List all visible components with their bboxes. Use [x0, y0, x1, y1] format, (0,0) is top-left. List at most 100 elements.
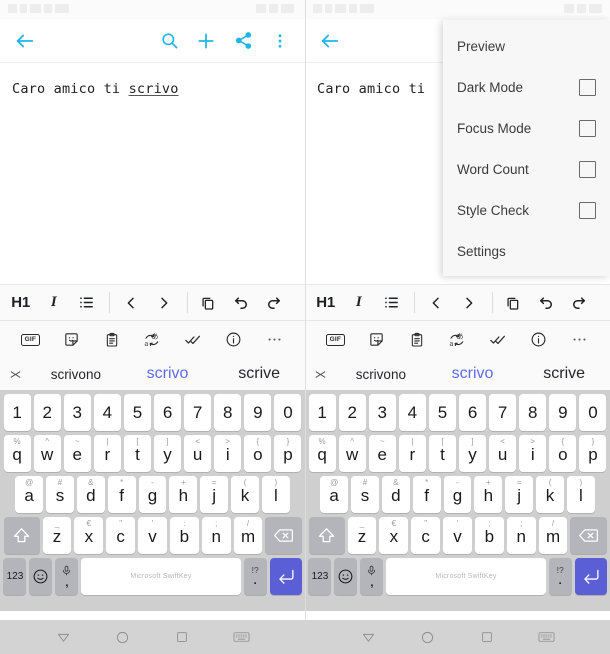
search-icon[interactable] — [156, 28, 182, 54]
menu-item-settings[interactable]: Settings — [443, 231, 610, 272]
nav-recents-icon[interactable] — [171, 626, 193, 648]
key-q[interactable]: % q — [308, 435, 336, 472]
key-w[interactable]: ^ w — [338, 435, 366, 472]
key-7[interactable]: 7 — [184, 394, 212, 431]
enter-key[interactable] — [269, 558, 302, 595]
key-x[interactable]: € x — [379, 517, 409, 554]
key-4[interactable]: 4 — [93, 394, 121, 431]
bullet-list-icon[interactable] — [75, 290, 98, 316]
key-m[interactable]: / m — [538, 517, 568, 554]
key-h[interactable]: + h — [169, 476, 198, 513]
key-3[interactable]: 3 — [63, 394, 91, 431]
key-s[interactable]: # s — [351, 476, 379, 513]
key-6[interactable]: 6 — [459, 394, 487, 431]
editor-check-icon[interactable] — [181, 328, 205, 352]
nav-home-icon[interactable] — [417, 626, 439, 648]
key-z[interactable]: _ z — [42, 517, 72, 554]
emoji-key[interactable] — [29, 558, 53, 595]
nav-recents-icon[interactable] — [476, 626, 498, 648]
key-o[interactable]: {o — [244, 435, 272, 472]
nav-back-icon[interactable] — [53, 626, 75, 648]
key-1[interactable]: 1 — [308, 394, 336, 431]
menu-item-focus-mode[interactable]: Focus Mode — [443, 108, 610, 149]
menu-item-style-check[interactable]: Style Check — [443, 190, 610, 231]
key-9[interactable]: 9 — [244, 394, 272, 431]
mic-comma-key[interactable]: , — [55, 558, 79, 595]
prediction-item-2[interactable]: scrive — [213, 365, 305, 383]
clipboard-icon[interactable] — [100, 328, 124, 352]
key-u[interactable]: < u — [184, 435, 212, 472]
key-d[interactable]: & d — [381, 476, 410, 513]
punctuation-key[interactable]: !? . — [548, 558, 572, 595]
key-u[interactable]: < u — [489, 435, 517, 472]
key-q[interactable]: % q — [3, 435, 31, 472]
prediction-item-2[interactable]: scrive — [518, 365, 610, 383]
more-icon[interactable] — [263, 328, 287, 352]
prediction-item-1[interactable]: scrivo — [427, 365, 519, 383]
back-arrow-icon[interactable] — [317, 28, 343, 54]
key-v[interactable]: ' v — [443, 517, 472, 554]
menu-item-word-count[interactable]: Word Count — [443, 149, 610, 190]
key-y[interactable]: ] y — [459, 435, 487, 472]
checkbox-focus-mode[interactable] — [579, 120, 596, 137]
key-1[interactable]: 1 — [3, 394, 31, 431]
space-key[interactable]: Microsoft SwiftKey — [386, 558, 546, 595]
key-l[interactable]: ) l — [566, 476, 595, 513]
prediction-item-1[interactable]: scrivo — [122, 365, 214, 383]
key-r[interactable]: | r — [398, 435, 426, 472]
editor-check-icon[interactable] — [486, 328, 510, 352]
info-icon[interactable] — [527, 328, 551, 352]
key-h[interactable]: + h — [474, 476, 503, 513]
key-8[interactable]: 8 — [519, 394, 547, 431]
chevron-right-icon[interactable] — [153, 290, 176, 316]
mic-comma-key[interactable]: , — [360, 558, 384, 595]
prediction-item-0[interactable]: scrivono — [335, 367, 427, 382]
document-editor-left[interactable]: Caro amico ti scrivo — [0, 63, 305, 284]
add-icon[interactable] — [193, 28, 219, 54]
key-d[interactable]: & d — [76, 476, 105, 513]
emoji-key[interactable] — [334, 558, 358, 595]
gif-icon[interactable]: GIF — [323, 328, 347, 352]
italic-button[interactable]: I — [347, 290, 370, 316]
info-icon[interactable] — [222, 328, 246, 352]
key-6[interactable]: 6 — [154, 394, 182, 431]
key-n[interactable]: ; n — [201, 517, 231, 554]
key-n[interactable]: ; n — [506, 517, 536, 554]
key-j[interactable]: = j — [200, 476, 229, 513]
bullet-list-icon[interactable] — [380, 290, 403, 316]
gif-icon[interactable]: GIF — [18, 328, 42, 352]
key-c[interactable]: " c — [411, 517, 441, 554]
key-b[interactable]: :b — [474, 517, 504, 554]
key-c[interactable]: " c — [106, 517, 136, 554]
key-j[interactable]: = j — [505, 476, 534, 513]
key-o[interactable]: {o — [549, 435, 577, 472]
key-7[interactable]: 7 — [489, 394, 517, 431]
key-e[interactable]: ~ e — [368, 435, 396, 472]
heading-h1-button[interactable]: H1 — [9, 290, 32, 316]
key-p[interactable]: } p — [274, 435, 302, 472]
key-p[interactable]: } p — [579, 435, 607, 472]
undo-icon[interactable] — [230, 290, 253, 316]
back-arrow-icon[interactable] — [12, 28, 38, 54]
prediction-item-0[interactable]: scrivono — [30, 367, 122, 382]
translate-icon[interactable]: a あ — [140, 328, 164, 352]
key-a[interactable]: @ a — [15, 476, 44, 513]
key-t[interactable]: [t — [428, 435, 456, 472]
checkbox-word-count[interactable] — [579, 161, 596, 178]
key-0[interactable]: 0 — [274, 394, 302, 431]
key-i[interactable]: > i — [214, 435, 242, 472]
punctuation-key[interactable]: !? . — [243, 558, 267, 595]
shift-key[interactable] — [3, 517, 40, 554]
chevron-left-icon[interactable] — [119, 290, 142, 316]
backspace-key[interactable] — [570, 517, 607, 554]
key-z[interactable]: _ z — [347, 517, 377, 554]
key-k[interactable]: (k — [536, 476, 564, 513]
checkbox-style-check[interactable] — [579, 202, 596, 219]
chevron-right-icon[interactable] — [458, 290, 481, 316]
numbers-mode-key[interactable]: 123 — [3, 558, 27, 595]
key-i[interactable]: > i — [519, 435, 547, 472]
nav-keyboard-icon[interactable] — [230, 626, 252, 648]
key-2[interactable]: 2 — [338, 394, 366, 431]
key-a[interactable]: @ a — [320, 476, 349, 513]
key-y[interactable]: ] y — [154, 435, 182, 472]
